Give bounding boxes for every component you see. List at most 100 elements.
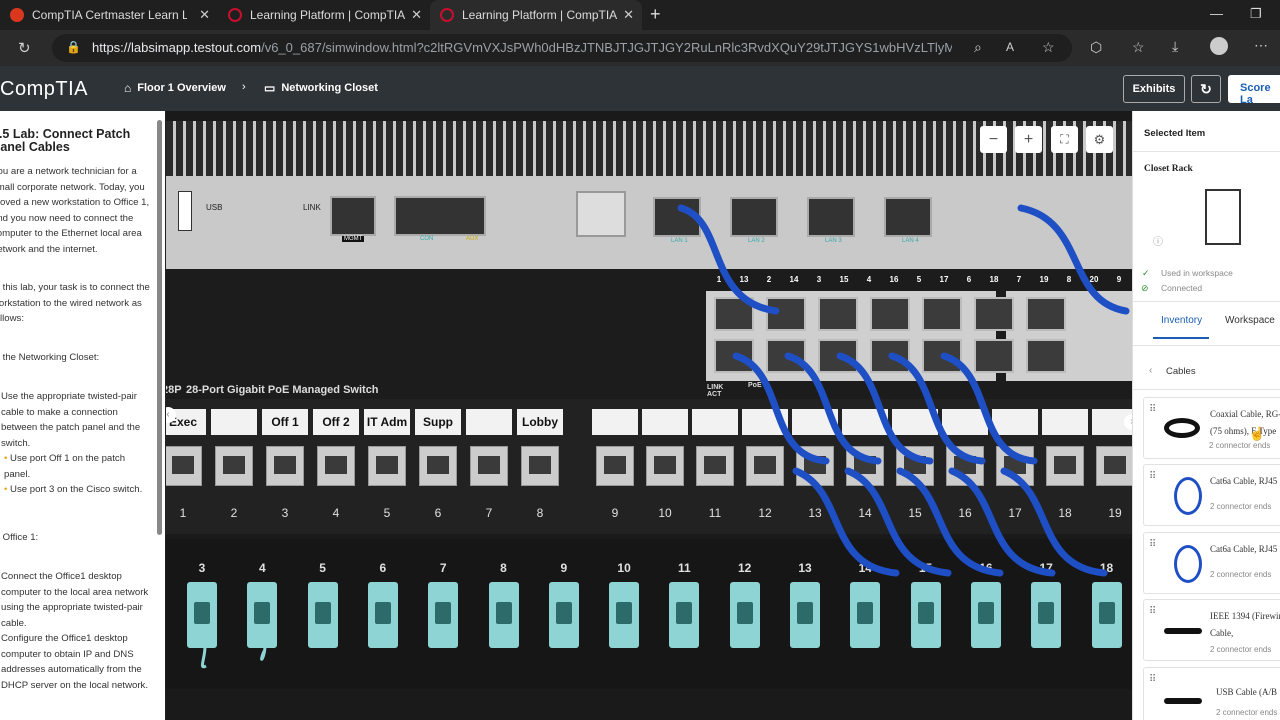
cable (677, 204, 780, 315)
item-name: IEEE 1394 (Firewire) Cable, (1210, 611, 1280, 638)
check-icon: ✓ (1142, 268, 1150, 278)
comptia-favicon-icon (228, 8, 242, 22)
bullet-dot: • (4, 484, 8, 495)
breadcrumb-floor[interactable]: ⌂ Floor 1 Overview (124, 81, 226, 95)
closet-rack-label: Closet Rack (1144, 164, 1193, 174)
back-chevron-icon[interactable]: ‹ (1149, 365, 1152, 376)
reload-icon[interactable]: ↻ (18, 39, 31, 57)
minimize-icon[interactable]: — (1210, 6, 1223, 21)
cursor-hand-icon: ☝ (1249, 426, 1266, 441)
exhibits-button[interactable]: Exhibits (1123, 75, 1185, 103)
lab-header: CompTIA ⌂ Floor 1 Overview › ▭ Networkin… (0, 66, 1280, 111)
settings-gear-icon[interactable]: ⚙ (1086, 126, 1113, 153)
url-field[interactable]: 🔒 https://labsimapp.testout.com/v6_0_687… (52, 34, 1072, 62)
cables-overlay (200, 204, 1130, 669)
inventory-item-cat6a-1[interactable]: ⠿ Cat6a Cable, RJ45 2 connector ends (1143, 464, 1280, 526)
item-sub: 2 connector ends (1210, 645, 1272, 654)
used-status: Used in workspace (1161, 268, 1233, 278)
tab-learning-platform-1[interactable]: Learning Platform | CompTIA ✕ (218, 0, 430, 30)
breadcrumb-closet[interactable]: ▭ Networking Closet (264, 81, 378, 95)
zoom-in-icon[interactable]: + (1015, 126, 1042, 153)
maximize-icon[interactable]: ❐ (1250, 6, 1262, 22)
breadcrumb-closet-label: Networking Closet (281, 82, 378, 94)
zoom-out-icon[interactable]: − (980, 126, 1007, 153)
drag-handle-icon[interactable]: ⠿ (1149, 404, 1156, 415)
reset-icon[interactable]: ↻ (1191, 75, 1221, 103)
address-bar: ↻ 🔒 https://labsimapp.testout.com/v6_0_6… (0, 30, 1280, 66)
url-host: https://labsimapp.testout.com (92, 40, 262, 55)
favorite-star-icon[interactable]: ☆ (1042, 39, 1055, 56)
drag-handle-icon[interactable]: ⠿ (1149, 606, 1156, 617)
office-heading: In Office 1: (0, 532, 39, 543)
downloads-icon[interactable]: ⤓ (1172, 38, 1178, 55)
comptia-favicon-icon (10, 8, 24, 22)
url-path: /v6_0_687/simwindow.html?c2ltRGVmVXJsPWh… (261, 40, 952, 55)
cable (792, 467, 900, 577)
cable (940, 352, 1038, 465)
office-step2: Configure the Office1 desktop computer t… (1, 633, 148, 691)
url-text: https://labsimapp.testout.com/v6_0_687/s… (92, 40, 952, 55)
tab-learning-platform-2[interactable]: Learning Platform | CompTIA ✕ (430, 0, 642, 30)
item-sub: 2 connector ends (1210, 502, 1272, 511)
monitor-icon: ▭ (264, 81, 276, 95)
link-icon: ⊘ (1141, 283, 1149, 293)
cable (1017, 204, 1130, 315)
divider (1133, 151, 1280, 152)
closet-sub2-text: Use port 3 on the Cisco switch. (10, 484, 143, 495)
bullet-dot: • (4, 453, 8, 464)
intro-text: You are a network technician for a small… (0, 166, 150, 255)
read-aloud-icon[interactable]: A (1006, 40, 1014, 54)
tab-workspace[interactable]: Workspace (1225, 315, 1275, 326)
item-sub: 2 connector ends (1216, 708, 1278, 717)
office-step1: Connect the Office1 desktop computer to … (1, 571, 149, 629)
ethernet-cable-icon (1174, 477, 1202, 515)
tab-title: Learning Platform | CompTIA (250, 8, 406, 22)
item-sub: 2 connector ends (1210, 570, 1272, 579)
divider (1133, 345, 1280, 346)
comptia-favicon-icon (440, 8, 454, 22)
rack-canvas[interactable]: USB LINK MGMT CON AUX LAN 1 LAN 2 LAN 3 … (166, 111, 1132, 720)
favorites-icon[interactable]: ☆ (1132, 39, 1145, 56)
ethernet-cable-icon (1174, 545, 1202, 583)
task-text: In this lab, your task is to connect the… (0, 282, 150, 325)
extensions-icon[interactable]: ⬡ (1090, 39, 1102, 56)
profile-avatar[interactable] (1210, 37, 1228, 55)
fullscreen-icon[interactable]: ⛶ (1051, 126, 1078, 153)
cables-category[interactable]: Cables (1166, 366, 1196, 377)
zoom-icon[interactable]: ⌕ (974, 39, 982, 56)
close-icon[interactable]: ✕ (411, 7, 422, 23)
tab-certmaster[interactable]: CompTIA Certmaster Learn Link ( ✕ (0, 0, 218, 30)
new-tab-icon[interactable]: + (650, 4, 661, 25)
active-tab-indicator (1153, 337, 1209, 339)
drag-handle-icon[interactable]: ⠿ (1149, 539, 1156, 550)
usb-cable-icon (1164, 698, 1202, 704)
closet-sub1: • Use port Off 1 on the patch panel. (4, 451, 144, 482)
info-icon[interactable]: ⓘ (1153, 233, 1163, 248)
closet-heading: In the Networking Closet: (0, 352, 100, 363)
close-icon[interactable]: ✕ (199, 7, 210, 23)
drag-handle-icon[interactable]: ⠿ (1149, 674, 1156, 685)
tab-title: CompTIA Certmaster Learn Link ( (32, 8, 187, 22)
score-lab-button[interactable]: Score La (1228, 75, 1280, 106)
item-name: Cat6a Cable, RJ45 (1210, 476, 1278, 486)
inventory-item-usb[interactable]: ⠿ USB Cable (A/B 2 connector ends (1143, 667, 1280, 720)
lock-icon[interactable]: 🔒 (66, 40, 81, 54)
tab-inventory[interactable]: Inventory (1161, 315, 1202, 326)
more-icon[interactable]: ⋯ (1254, 37, 1268, 54)
inventory-item-cat6a-2[interactable]: ⠿ Cat6a Cable, RJ45 2 connector ends (1143, 532, 1280, 594)
instructions-scrollbar[interactable] (157, 120, 162, 535)
properties-panel: Selected Item Closet Rack ⓘ ✓ Used in wo… (1132, 111, 1280, 720)
coax-cable-icon (1164, 418, 1200, 438)
drag-handle-icon[interactable]: ⠿ (1149, 471, 1156, 482)
browser-tab-bar: CompTIA Certmaster Learn Link ( ✕ Learni… (0, 0, 1280, 30)
fiber-cable (200, 630, 207, 669)
inventory-item-firewire[interactable]: ⠿ IEEE 1394 (Firewire) Cable, 2 connecto… (1143, 599, 1280, 661)
close-icon[interactable]: ✕ (623, 7, 634, 23)
lab-title: 2.5 Lab: Connect Patch Panel Cables (0, 127, 131, 154)
fiber-cable (260, 630, 267, 661)
rack-thumbnail (1205, 189, 1241, 245)
tab-title: Learning Platform | CompTIA (462, 8, 618, 22)
instructions-panel: 2.5 Lab: Connect Patch Panel Cables You … (0, 111, 165, 720)
closet-sub1-text: Use port Off 1 on the patch panel. (4, 453, 126, 480)
divider (1133, 389, 1280, 390)
